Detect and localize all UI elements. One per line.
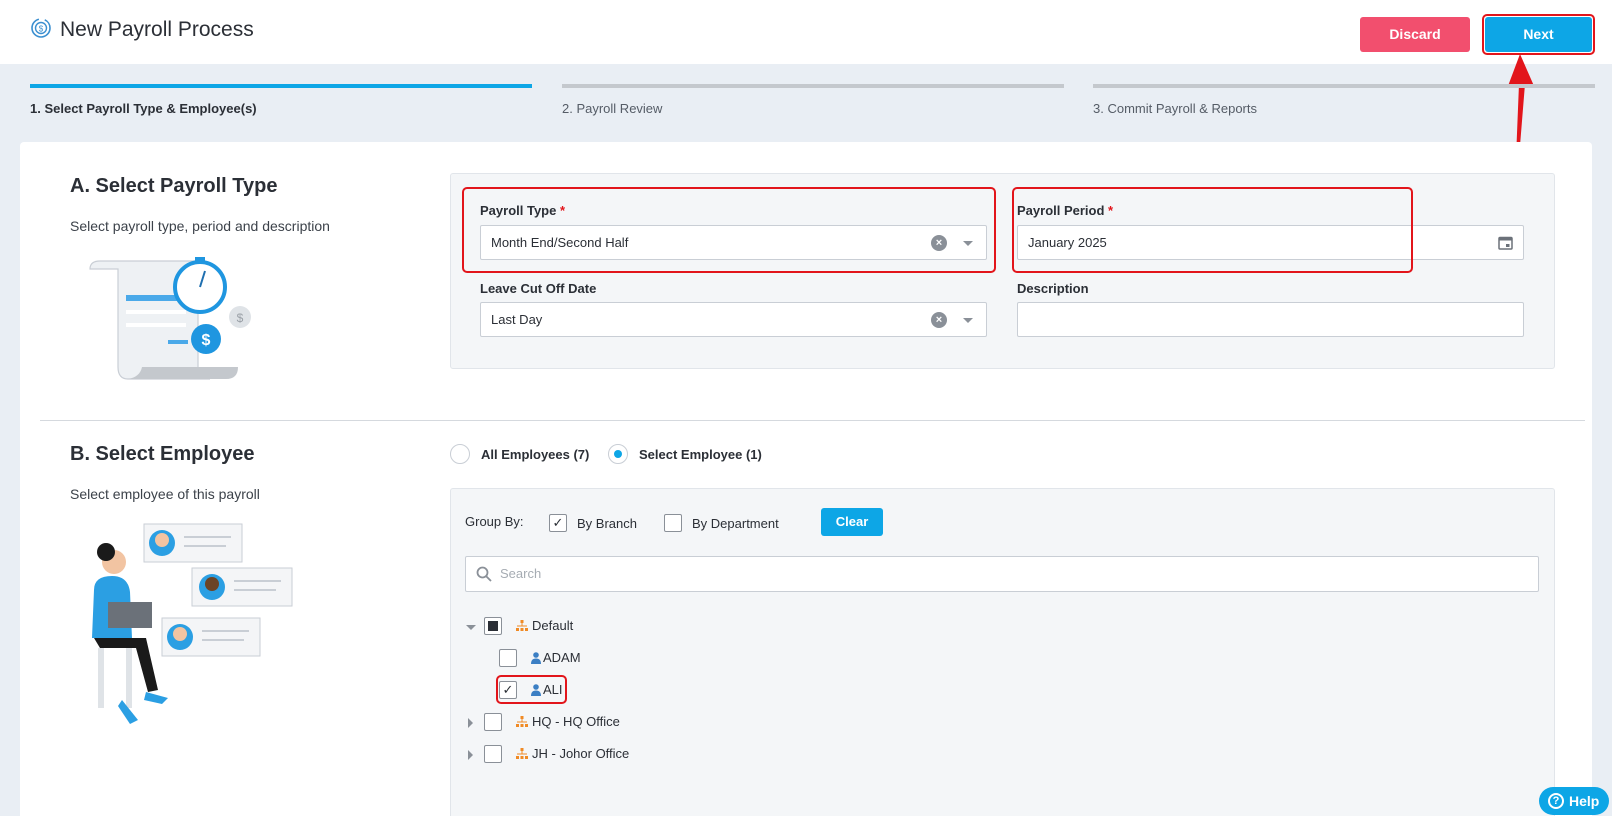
step-1-progress bbox=[30, 84, 532, 88]
hq-branch-checkbox[interactable] bbox=[484, 713, 502, 731]
ali-label[interactable]: ALI bbox=[543, 682, 563, 697]
help-question-icon: ? bbox=[1548, 793, 1564, 809]
discard-button[interactable]: Discard bbox=[1360, 17, 1470, 52]
search-placeholder: Search bbox=[500, 566, 542, 581]
section-b-title: B. Select Employee bbox=[70, 443, 255, 465]
next-button[interactable]: Next bbox=[1485, 17, 1592, 52]
jh-branch-checkbox[interactable] bbox=[484, 745, 502, 763]
branch-icon bbox=[516, 716, 528, 727]
page-title: New Payroll Process bbox=[60, 18, 254, 41]
default-branch-label[interactable]: Default bbox=[532, 618, 573, 633]
jh-branch-label[interactable]: JH - Johor Office bbox=[532, 746, 629, 761]
payroll-logo-icon: $ bbox=[31, 18, 51, 38]
leave-cutoff-label: Leave Cut Off Date bbox=[480, 281, 597, 296]
payroll-type-panel bbox=[450, 173, 1555, 369]
step-3-progress bbox=[1093, 84, 1595, 88]
payroll-period-field[interactable]: January 2025 bbox=[1017, 225, 1524, 260]
payroll-period-label: Payroll Period * bbox=[1017, 203, 1114, 218]
payroll-stopwatch-illustration-icon: $ $ bbox=[89, 257, 251, 380]
payroll-type-chevron-down-icon[interactable] bbox=[963, 241, 973, 246]
step-2-progress bbox=[562, 84, 1064, 88]
step-2-label[interactable]: 2. Payroll Review bbox=[562, 101, 662, 116]
jh-expand-caret-icon[interactable] bbox=[468, 750, 473, 760]
employee-search-input[interactable]: Search bbox=[465, 556, 1539, 592]
hq-branch-label[interactable]: HQ - HQ Office bbox=[532, 714, 620, 729]
section-a-description: Select payroll type, period and descript… bbox=[70, 218, 330, 234]
help-button[interactable]: ? Help bbox=[1539, 787, 1609, 815]
employee-selection-illustration-icon bbox=[92, 523, 293, 724]
leave-cutoff-clear-icon[interactable]: × bbox=[931, 312, 947, 328]
ali-checkbox[interactable]: ✓ bbox=[499, 681, 517, 699]
hq-expand-caret-icon[interactable] bbox=[468, 718, 473, 728]
person-icon bbox=[531, 684, 541, 696]
section-b-description: Select employee of this payroll bbox=[70, 486, 260, 502]
leave-cutoff-select[interactable]: Last Day bbox=[480, 302, 987, 337]
all-employees-label[interactable]: All Employees (7) bbox=[481, 447, 589, 462]
default-collapse-caret-icon[interactable] bbox=[466, 625, 476, 630]
svg-text:$: $ bbox=[39, 25, 44, 34]
description-label: Description bbox=[1017, 281, 1089, 296]
payroll-type-clear-icon[interactable]: × bbox=[931, 235, 947, 251]
payroll-type-label: Payroll Type * bbox=[480, 203, 566, 218]
section-divider bbox=[40, 420, 1585, 421]
by-department-label[interactable]: By Department bbox=[692, 516, 779, 531]
employee-panel bbox=[450, 488, 1555, 816]
calendar-icon[interactable] bbox=[1498, 235, 1513, 250]
search-icon bbox=[476, 566, 492, 582]
select-employee-radio[interactable] bbox=[608, 444, 628, 464]
description-input[interactable] bbox=[1017, 302, 1524, 337]
payroll-type-select[interactable]: Month End/Second Half bbox=[480, 225, 987, 260]
by-department-checkbox[interactable] bbox=[664, 514, 682, 532]
branch-icon bbox=[516, 748, 528, 759]
branch-icon bbox=[516, 620, 528, 631]
svg-text:$: $ bbox=[202, 332, 211, 349]
group-by-label: Group By: bbox=[465, 514, 524, 529]
adam-label[interactable]: ADAM bbox=[543, 650, 581, 665]
by-branch-label[interactable]: By Branch bbox=[577, 516, 637, 531]
all-employees-radio[interactable] bbox=[450, 444, 470, 464]
adam-checkbox[interactable] bbox=[499, 649, 517, 667]
step-3-label[interactable]: 3. Commit Payroll & Reports bbox=[1093, 101, 1257, 116]
by-branch-checkbox[interactable]: ✓ bbox=[549, 514, 567, 532]
top-bar: $ New Payroll Process Discard Next bbox=[0, 0, 1612, 64]
person-icon bbox=[531, 652, 541, 664]
default-branch-checkbox[interactable] bbox=[484, 617, 502, 635]
clear-button[interactable]: Clear bbox=[821, 508, 883, 536]
leave-cutoff-chevron-down-icon[interactable] bbox=[963, 318, 973, 323]
select-employee-label[interactable]: Select Employee (1) bbox=[639, 447, 762, 462]
section-a-title: A. Select Payroll Type bbox=[70, 175, 278, 197]
step-1-label[interactable]: 1. Select Payroll Type & Employee(s) bbox=[30, 101, 257, 116]
svg-text:$: $ bbox=[237, 311, 244, 325]
